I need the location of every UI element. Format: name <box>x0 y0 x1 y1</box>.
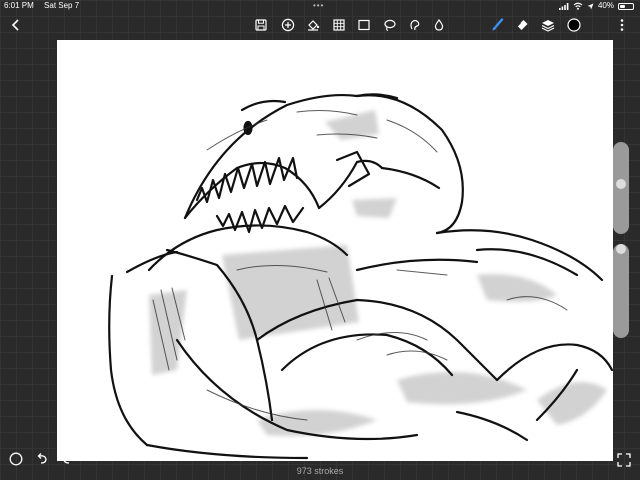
battery-level <box>620 4 625 8</box>
opacity-icon[interactable] <box>616 244 626 254</box>
stroke-count: 973 strokes <box>296 466 344 476</box>
status-right: 40% <box>558 0 634 12</box>
lasso-icon <box>384 19 396 32</box>
back-button[interactable] <box>6 15 26 35</box>
more-button[interactable] <box>612 15 632 35</box>
undo-button[interactable] <box>34 451 50 467</box>
rectangle-select-icon <box>358 19 370 31</box>
grid-button[interactable] <box>329 15 349 35</box>
drawing-canvas[interactable] <box>57 40 613 461</box>
grid-icon <box>333 19 345 31</box>
brush-slider-panel <box>613 142 629 338</box>
status-date: Sat Sep 7 <box>44 1 80 10</box>
smudge-button[interactable] <box>405 15 425 35</box>
add-button[interactable] <box>278 15 298 35</box>
multitask-grabber[interactable]: ••• <box>313 2 324 10</box>
sketch-artwork <box>108 93 613 460</box>
blur-button[interactable] <box>429 15 449 35</box>
battery-percent: 40% <box>597 1 614 10</box>
signal-icon <box>558 2 569 10</box>
redo-icon <box>63 453 73 464</box>
brush-opacity-slider[interactable] <box>613 244 629 338</box>
save-icon <box>255 19 267 31</box>
color-swatch <box>567 18 581 32</box>
lasso-button[interactable] <box>380 15 400 35</box>
back-icon <box>11 19 19 31</box>
status-left: 6:01 PM Sat Sep 7 <box>4 0 87 12</box>
fullscreen-icon <box>617 453 631 467</box>
blur-icon <box>434 19 444 31</box>
brush-button[interactable] <box>487 15 507 35</box>
smudge-icon <box>410 19 420 31</box>
circle-tool-button[interactable] <box>8 451 24 467</box>
status-time: 6:01 PM <box>4 1 34 10</box>
more-icon <box>620 19 624 31</box>
eraser-icon <box>517 20 528 30</box>
location-icon <box>587 3 594 9</box>
fill-button[interactable] <box>303 15 323 35</box>
color-swatch-button[interactable] <box>564 15 584 35</box>
layers-icon <box>541 20 555 32</box>
rectangle-select-button[interactable] <box>354 15 374 35</box>
brush-icon <box>492 18 504 31</box>
wifi-icon <box>573 2 583 10</box>
toolbar <box>0 12 640 38</box>
add-icon <box>281 18 295 32</box>
brush-size-icon[interactable] <box>616 179 626 189</box>
fullscreen-button[interactable] <box>616 452 632 468</box>
redo-button[interactable] <box>60 451 76 467</box>
undo-icon <box>37 453 47 464</box>
layers-button[interactable] <box>538 15 558 35</box>
bottom-tools <box>8 451 76 467</box>
fill-icon <box>308 20 320 31</box>
eraser-button[interactable] <box>512 15 532 35</box>
save-button[interactable] <box>251 15 271 35</box>
battery-icon <box>618 2 634 10</box>
circle-tool-icon <box>9 452 23 466</box>
status-bar: 6:01 PM Sat Sep 7 ••• 40% <box>0 0 640 12</box>
